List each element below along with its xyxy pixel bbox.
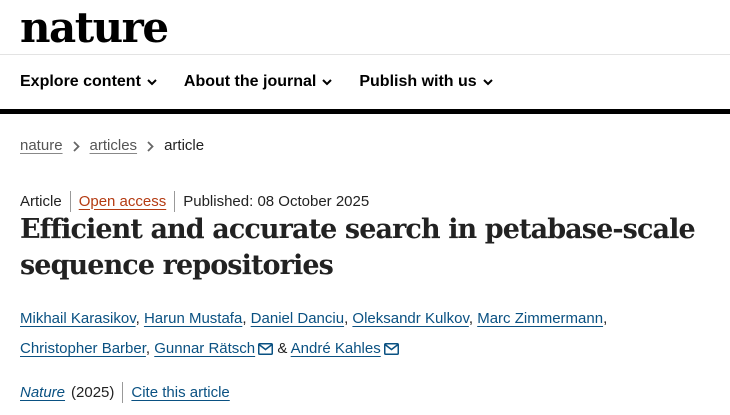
author-separator: , xyxy=(135,310,140,327)
author-link[interactable]: Daniel Danciu xyxy=(251,310,344,327)
main-nav: Explore content About the journal Publis… xyxy=(20,70,520,94)
chevron-down-icon xyxy=(322,78,333,85)
author-list: Mikhail Karasikov, Harun Mustafa, Daniel… xyxy=(20,304,730,364)
nav-divider xyxy=(0,109,730,114)
breadcrumb-link-nature[interactable]: nature xyxy=(20,134,63,158)
author-link[interactable]: Marc Zimmermann xyxy=(477,310,603,327)
author-separator: , xyxy=(603,310,608,327)
chevron-down-icon xyxy=(482,78,493,85)
envelope-icon[interactable] xyxy=(258,343,274,355)
author-link[interactable]: Harun Mustafa xyxy=(144,310,242,327)
chevron-right-icon xyxy=(72,140,80,152)
chevron-right-icon xyxy=(147,140,154,152)
citation-row: Nature (2025) Cite this article xyxy=(20,382,230,403)
article-type: Article xyxy=(20,192,62,210)
author-separator: , xyxy=(468,310,474,327)
breadcrumb-link-articles[interactable]: articles xyxy=(90,134,138,158)
nav-about-journal[interactable]: About the journal xyxy=(183,70,333,94)
breadcrumb: nature articles article xyxy=(20,134,204,158)
author-separator: , xyxy=(242,310,247,327)
author-link[interactable]: André Kahles xyxy=(291,340,381,357)
author-link[interactable]: Mikhail Karasikov xyxy=(20,310,136,327)
author-separator: , xyxy=(344,310,349,327)
meta-divider xyxy=(122,382,124,403)
author-link[interactable]: Oleksandr Kulkov xyxy=(352,310,468,327)
author-conjunction: & xyxy=(277,340,288,357)
published-date: Published: 08 October 2025 xyxy=(183,192,370,210)
meta-divider xyxy=(69,191,71,212)
nav-publish-with-us[interactable]: Publish with us xyxy=(359,70,493,94)
author-separator: , xyxy=(145,340,151,357)
journal-link[interactable]: Nature xyxy=(20,383,65,403)
author-link[interactable]: Christopher Barber xyxy=(20,340,146,357)
nav-label: Publish with us xyxy=(359,73,477,90)
article-title: Efficient and accurate search in petabas… xyxy=(20,214,696,281)
nav-label: Explore content xyxy=(20,73,141,90)
open-access-link[interactable]: Open access xyxy=(79,192,167,212)
meta-divider xyxy=(174,191,176,212)
breadcrumb-current: article xyxy=(164,137,205,154)
nav-label: About the journal xyxy=(183,73,317,90)
publication-year: (2025) xyxy=(71,383,115,401)
author-link[interactable]: Gunnar Rätsch xyxy=(154,340,255,357)
cite-article-link[interactable]: Cite this article xyxy=(131,383,229,403)
article-meta: Article Open access Published: 08 Octobe… xyxy=(20,191,369,212)
envelope-icon[interactable] xyxy=(383,343,399,355)
chevron-down-icon xyxy=(147,78,157,85)
nav-explore-content[interactable]: Explore content xyxy=(20,70,157,94)
header-divider xyxy=(0,54,730,55)
site-logo[interactable]: nature xyxy=(20,4,169,52)
